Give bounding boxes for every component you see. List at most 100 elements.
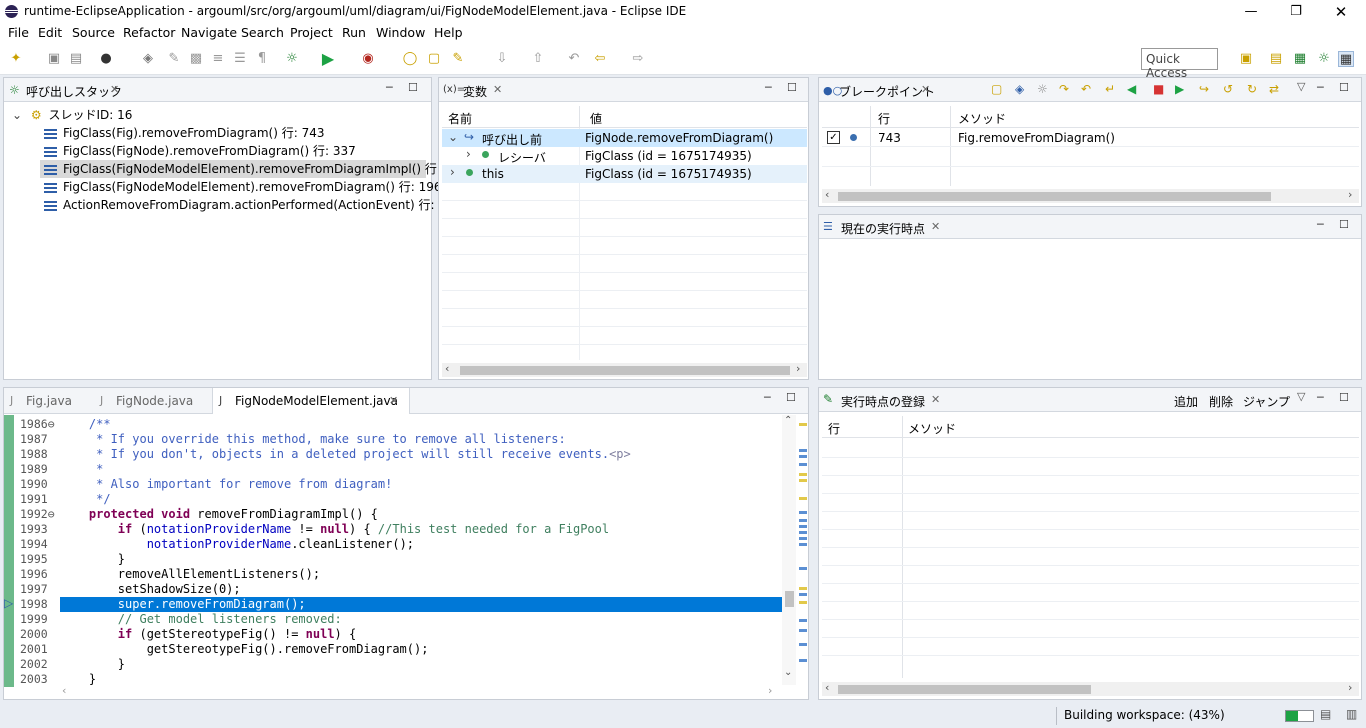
show-whitespace-icon[interactable]: ☰ (232, 51, 248, 67)
thread-row[interactable]: ⌄ ⚙ スレッドID: 16 (12, 106, 132, 124)
annotation-marker[interactable] (799, 567, 807, 570)
annotation-marker[interactable] (799, 511, 807, 514)
close-icon[interactable]: ✕ (493, 83, 502, 96)
scrollbar-thumb[interactable] (460, 366, 790, 375)
open-folder-icon[interactable]: ▢ (426, 51, 442, 67)
scroll-left-icon[interactable]: ‹ (445, 362, 449, 375)
scroll-right-icon[interactable]: › (1348, 681, 1352, 694)
scrollbar-thumb[interactable] (838, 685, 1091, 694)
minimize-icon[interactable]: ─ (386, 81, 393, 94)
annotation-marker[interactable] (799, 455, 807, 458)
back-icon[interactable]: ⇦ (592, 51, 608, 67)
menu-search[interactable]: Search (241, 25, 284, 40)
last-edit-icon[interactable]: ↶ (566, 51, 582, 67)
open-perspective-icon[interactable]: ▣ (1238, 51, 1254, 67)
step-back-icon[interactable]: ↺ (1223, 82, 1233, 96)
variables-tab[interactable]: 変数 (463, 83, 487, 100)
close-icon[interactable]: ✕ (931, 220, 940, 233)
annotation-marker[interactable] (799, 619, 807, 622)
custom-perspective-icon[interactable]: ▦ (1338, 51, 1354, 67)
minimize-window-button[interactable]: — (1228, 0, 1274, 23)
stack-frame[interactable]: FigClass(Fig).removeFromDiagram() 行: 743 (44, 124, 324, 142)
scroll-right-icon[interactable]: › (1348, 188, 1352, 201)
menu-refactor[interactable]: Refactor (123, 25, 175, 40)
save-icon[interactable]: ▣ (46, 51, 62, 67)
open-type-icon[interactable]: ◯ (402, 51, 418, 67)
prev-annotation-icon[interactable]: ⇧ (530, 51, 546, 67)
view-menu-icon[interactable]: ▽ (1297, 80, 1305, 93)
open-icon[interactable]: ▢ (991, 82, 1002, 96)
menu-edit[interactable]: Edit (38, 25, 62, 40)
run-icon[interactable]: ▶ (320, 51, 336, 67)
minimize-icon[interactable]: ─ (765, 81, 772, 94)
vertical-scrollbar[interactable]: ⌃ ⌄ (782, 415, 796, 685)
annotation-marker[interactable] (799, 463, 807, 466)
scroll-left-icon[interactable]: ‹ (825, 681, 829, 694)
annotation-marker[interactable] (799, 519, 807, 522)
next-annotation-icon[interactable]: ⇩ (494, 51, 510, 67)
step-into-icon[interactable]: ↷ (1059, 82, 1069, 96)
stack-frame[interactable]: FigClass(FigNodeModelElement).removeFrom… (44, 178, 449, 196)
restore-window-button[interactable]: ❐ (1273, 0, 1319, 23)
debug-icon[interactable]: ☼ (284, 51, 300, 67)
forward-icon[interactable]: ⇨ (630, 51, 646, 67)
column-line[interactable]: 行 (878, 110, 890, 127)
tab-fig-java[interactable]: Fig.java (26, 394, 72, 408)
terminate-icon[interactable]: ■ (1153, 82, 1164, 96)
current-line-highlight[interactable]: super.removeFromDiagram(); (60, 597, 782, 612)
maximize-icon[interactable]: ☐ (786, 391, 796, 404)
close-icon[interactable]: ✕ (389, 394, 398, 407)
progress-view-icon[interactable]: ▤ (1320, 707, 1331, 721)
annotation-marker[interactable] (799, 473, 807, 476)
account-icon[interactable]: ● (98, 51, 114, 67)
step-return-icon[interactable]: ↵ (1105, 82, 1115, 96)
annotation-marker[interactable] (799, 601, 807, 604)
annotation-marker[interactable] (799, 525, 807, 528)
menu-run[interactable]: Run (342, 25, 366, 40)
horizontal-scrollbar[interactable]: ‹ › (442, 362, 807, 377)
scrollbar-thumb[interactable] (785, 591, 794, 607)
annotation-marker[interactable] (799, 593, 807, 596)
maximize-icon[interactable]: ☐ (1339, 218, 1349, 231)
open-task-icon[interactable]: ✎ (450, 51, 466, 67)
scroll-left-icon[interactable]: ‹ (825, 188, 829, 201)
markers-icon[interactable]: ▩ (188, 51, 204, 67)
save-all-icon[interactable]: ▤ (68, 51, 84, 67)
variable-row-selected[interactable]: ⌄ ↪ 呼び出し前 FigNode.removeFromDiagram() (442, 129, 807, 147)
java-ee-perspective-icon[interactable]: ▦ (1292, 51, 1308, 67)
column-method[interactable]: メソッド (958, 110, 1006, 127)
horizontal-scrollbar[interactable]: ‹ › (60, 684, 780, 699)
variable-row[interactable]: › this FigClass (id = 1675174935) (442, 165, 807, 183)
run-to-line-icon[interactable]: ↻ (1247, 82, 1257, 96)
add-button[interactable]: 追加 (1174, 393, 1198, 410)
minimize-icon[interactable]: ─ (1317, 391, 1324, 404)
toggle-breakpoint-icon[interactable]: ◈ (140, 51, 156, 67)
close-icon[interactable]: ✕ (110, 83, 119, 96)
exec-registry-tab[interactable]: 実行時点の登録 (841, 393, 925, 410)
delete-button[interactable]: 削除 (1209, 393, 1233, 410)
annotation-marker[interactable] (799, 537, 807, 540)
step-over-icon[interactable]: ↶ (1081, 82, 1091, 96)
stack-frame[interactable]: ActionRemoveFromDiagram.actionPerformed(… (44, 196, 454, 214)
minimize-icon[interactable]: ─ (1317, 81, 1324, 94)
run-external-icon[interactable]: ◉ (360, 51, 376, 67)
scroll-right-icon[interactable]: › (796, 362, 800, 375)
column-line[interactable]: 行 (828, 420, 840, 437)
stack-frame[interactable]: FigClass(FigNode).removeFromDiagram() 行:… (44, 142, 356, 160)
resume-back-icon[interactable]: ◀ (1127, 82, 1136, 96)
maximize-icon[interactable]: ☐ (1339, 391, 1349, 404)
variable-row[interactable]: › レシーバ FigClass (id = 1675174935) (442, 147, 807, 165)
maximize-icon[interactable]: ☐ (787, 81, 797, 94)
close-window-button[interactable]: ✕ (1318, 0, 1364, 23)
current-exec-tab[interactable]: 現在の実行時点 (841, 220, 925, 237)
new-icon[interactable]: ✦ (8, 51, 24, 67)
tab-fignode-java[interactable]: FigNode.java (116, 394, 193, 408)
drop-frame-icon[interactable]: ↪ (1199, 82, 1209, 96)
annotation-marker[interactable] (799, 629, 807, 632)
menu-help[interactable]: Help (434, 25, 463, 40)
chevron-down-icon[interactable]: ⌄ (12, 108, 22, 122)
pilcrow-icon[interactable]: ¶ (254, 51, 270, 67)
menu-source[interactable]: Source (72, 25, 115, 40)
skip-icon[interactable]: ☼ (1037, 82, 1048, 96)
menu-project[interactable]: Project (290, 25, 333, 40)
